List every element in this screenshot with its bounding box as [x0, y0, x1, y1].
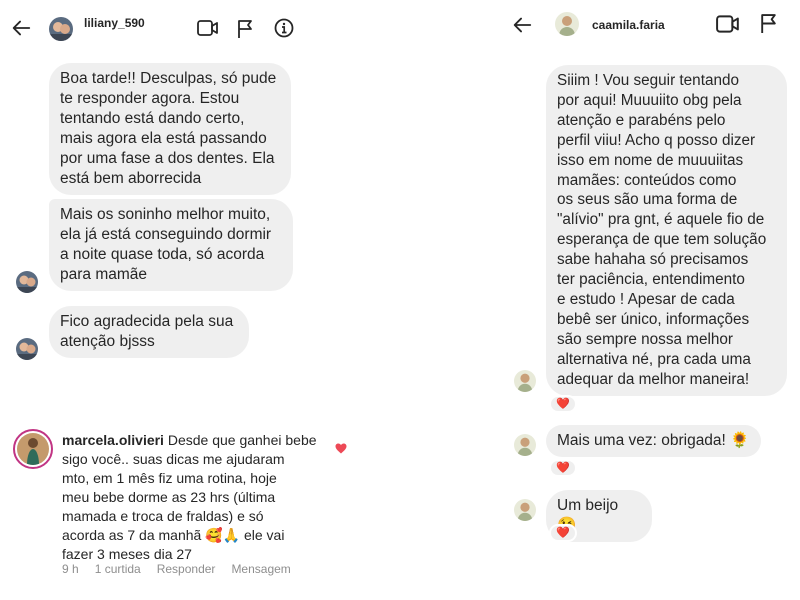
- flag-icon[interactable]: [760, 13, 777, 39]
- message-bubble: Boa tarde!! Desculpas, só pude te respon…: [49, 63, 291, 195]
- heart-reaction[interactable]: ❤️: [549, 395, 577, 413]
- message-bubble: Fico agradecida pela sua atenção bjsss: [49, 306, 249, 358]
- like-heart-icon[interactable]: [335, 441, 347, 459]
- comment-text: Desde que ganhei bebe sigo você.. suas d…: [62, 432, 317, 562]
- header-username[interactable]: caamila.faria: [592, 18, 665, 32]
- avatar[interactable]: [555, 12, 579, 36]
- heart-reaction-icon: ❤️: [556, 397, 570, 410]
- video-call-icon[interactable]: [716, 14, 740, 39]
- message-bubble: Mais os soninho melhor muito, ela já est…: [49, 199, 293, 291]
- sender-avatar: [16, 271, 38, 293]
- message-bubble: Mais uma vez: obrigada! 🌻: [546, 425, 761, 457]
- comment-avatar[interactable]: [13, 429, 53, 469]
- comment-username[interactable]: marcela.olivieri: [62, 432, 164, 448]
- avatar[interactable]: [49, 17, 73, 41]
- sender-avatar: [514, 434, 536, 456]
- back-arrow-icon[interactable]: [511, 14, 533, 41]
- video-call-icon[interactable]: [197, 19, 219, 42]
- comment-time: 9 h: [62, 562, 79, 576]
- header-username[interactable]: liliany_590: [84, 16, 145, 30]
- flag-icon[interactable]: [237, 19, 253, 44]
- heart-reaction[interactable]: ❤️: [549, 459, 577, 477]
- comment-body: marcela.olivieri Desde que ganhei bebe s…: [62, 431, 347, 564]
- heart-reaction-icon: ❤️: [556, 461, 570, 474]
- message-button[interactable]: Mensagem: [231, 562, 290, 576]
- sender-avatar: [514, 370, 536, 392]
- sender-avatar: [514, 499, 536, 521]
- comment-meta: 9 h 1 curtida Responder Mensagem: [62, 562, 291, 576]
- heart-reaction[interactable]: ❤️: [549, 524, 577, 542]
- back-arrow-icon[interactable]: [10, 17, 32, 44]
- comment-likes[interactable]: 1 curtida: [95, 562, 141, 576]
- heart-reaction-icon: ❤️: [556, 526, 570, 539]
- info-icon[interactable]: [274, 18, 294, 43]
- reply-button[interactable]: Responder: [157, 562, 216, 576]
- sender-avatar: [16, 338, 38, 360]
- message-bubble: Siiim ! Vou seguir tentando por aqui! Mu…: [546, 65, 787, 396]
